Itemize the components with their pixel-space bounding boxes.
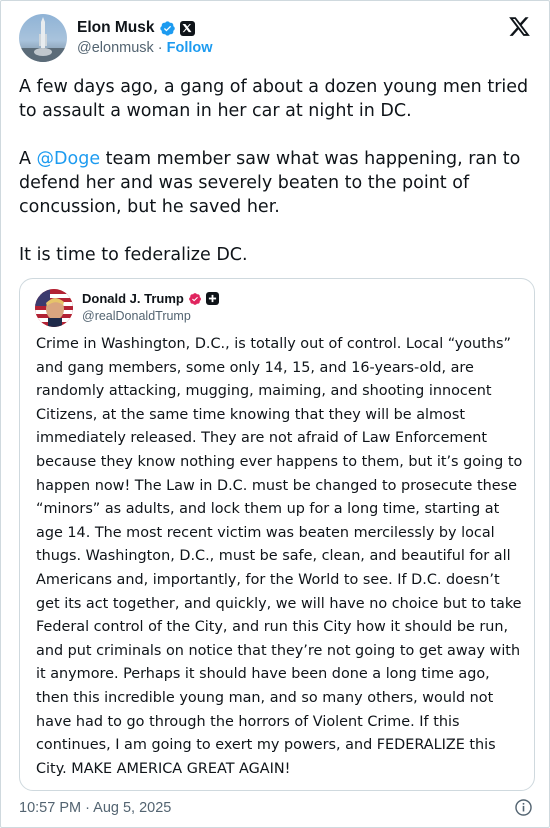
author-name[interactable]: Elon Musk bbox=[77, 19, 155, 37]
x-logo-icon[interactable] bbox=[508, 15, 531, 38]
tweet-timestamp[interactable]: 10:57 PM · Aug 5, 2025 bbox=[19, 800, 171, 816]
quoted-author-handle[interactable]: @realDonaldTrump bbox=[82, 309, 191, 323]
tweet-paragraph: A @Doge team member saw what was happeni… bbox=[19, 147, 535, 219]
quoted-name-row: Donald J. Trump bbox=[82, 291, 219, 306]
author-avatar[interactable] bbox=[19, 14, 67, 62]
separator-dot: · bbox=[157, 40, 163, 56]
quoted-tweet[interactable]: Donald J. Trump @realDonaldTrump Crime i… bbox=[19, 278, 535, 791]
author-handle-row: @elonmusk · Follow bbox=[77, 40, 213, 56]
tweet-footer: 10:57 PM · Aug 5, 2025 bbox=[19, 798, 535, 820]
quoted-author-name[interactable]: Donald J. Trump bbox=[82, 291, 184, 306]
follow-button[interactable]: Follow bbox=[167, 40, 213, 56]
quoted-author-avatar[interactable] bbox=[35, 289, 73, 327]
tweet-text-before-mention: A bbox=[19, 149, 37, 169]
info-icon[interactable] bbox=[514, 798, 533, 817]
author-handle[interactable]: @elonmusk bbox=[77, 40, 154, 56]
author-name-row: Elon Musk bbox=[77, 18, 195, 38]
quoted-tweet-text: Crime in Washington, D.C., is totally ou… bbox=[36, 336, 523, 777]
government-affiliation-icon bbox=[205, 292, 219, 305]
verified-badge-icon bbox=[159, 20, 175, 36]
tweet-text: A few days ago, a gang of about a dozen … bbox=[19, 75, 535, 291]
tweet-card: Elon Musk @elonmusk · Follow A few days … bbox=[0, 0, 550, 828]
x-affiliation-icon bbox=[179, 20, 195, 36]
affiliate-badge-icon bbox=[188, 292, 201, 305]
tweet-header: Elon Musk @elonmusk · Follow bbox=[19, 13, 533, 63]
tweet-paragraph: A few days ago, a gang of about a dozen … bbox=[19, 77, 529, 121]
doge-mention-link[interactable]: @Doge bbox=[37, 149, 101, 169]
tweet-paragraph: It is time to federalize DC. bbox=[19, 245, 248, 265]
